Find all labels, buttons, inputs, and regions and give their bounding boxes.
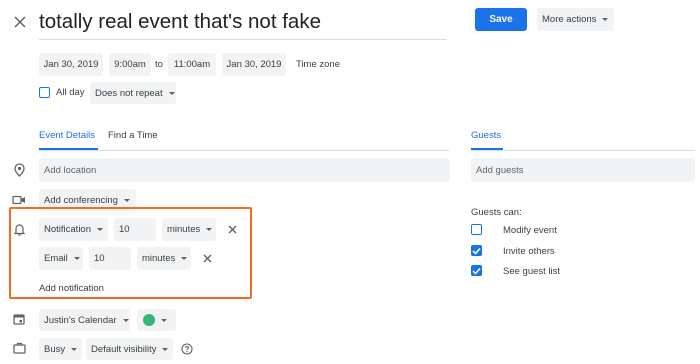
repeat-select[interactable]: Does not repeat — [90, 82, 176, 104]
tabs-divider — [39, 150, 449, 151]
event-color-select[interactable] — [137, 309, 176, 331]
visibility-select[interactable]: Default visibility — [86, 338, 173, 360]
event-color-dot — [143, 314, 155, 326]
add-notification-link[interactable]: Add notification — [39, 280, 104, 296]
tab-event-details[interactable]: Event Details — [39, 126, 95, 144]
all-day-checkbox[interactable] — [39, 87, 50, 98]
see-guest-list-checkbox[interactable] — [471, 265, 482, 276]
modify-event-checkbox[interactable] — [471, 224, 482, 235]
calendar-name: Justin's Calendar — [44, 314, 117, 326]
video-camera-icon — [11, 192, 27, 208]
event-title-text: totally real event that's not fake — [39, 10, 321, 33]
calendar-icon — [11, 311, 27, 327]
help-circle-icon[interactable] — [180, 342, 194, 356]
checkmark-icon — [472, 247, 481, 255]
calendar-select[interactable]: Justin's Calendar — [39, 309, 130, 331]
visibility-value: Default visibility — [91, 343, 157, 355]
save-button[interactable]: Save — [475, 8, 527, 31]
chevron-down-icon — [122, 318, 129, 322]
guests-can-label: Guests can: — [471, 206, 522, 218]
end-date-chip[interactable]: Jan 30, 2019 — [222, 53, 286, 76]
repeat-value: Does not repeat — [95, 87, 163, 99]
tab-guests[interactable]: Guests — [471, 126, 501, 144]
notification-unit-select[interactable]: minutes — [162, 218, 216, 241]
chevron-down-icon — [602, 18, 609, 21]
email-unit-select[interactable]: minutes — [137, 247, 191, 270]
invite-others-checkbox[interactable] — [471, 245, 482, 256]
chevron-down-icon — [168, 91, 175, 95]
briefcase-icon — [11, 340, 27, 356]
checkmark-icon — [472, 267, 481, 275]
email-type-select[interactable]: Email — [39, 247, 83, 270]
to-label: to — [155, 59, 163, 70]
add-guests-input[interactable]: Add guests — [471, 158, 695, 182]
guests-divider — [471, 150, 695, 151]
tab-find-a-time[interactable]: Find a Time — [108, 126, 158, 144]
busy-value: Busy — [44, 343, 66, 355]
invite-others-label: Invite others — [503, 245, 555, 257]
notification-type-select[interactable]: Notification — [39, 218, 108, 241]
start-date-chip[interactable]: Jan 30, 2019 — [39, 53, 103, 76]
all-day-label: All day — [56, 87, 85, 98]
more-actions-label: More actions — [542, 14, 597, 25]
chevron-down-icon — [123, 198, 130, 202]
modify-event-label: Modify event — [503, 224, 557, 236]
location-pin-icon — [11, 162, 27, 178]
chevron-down-icon — [206, 228, 213, 231]
end-time-chip[interactable]: 11:00am — [168, 53, 216, 76]
busy-select[interactable]: Busy — [39, 338, 82, 360]
remove-notification-icon[interactable] — [225, 222, 239, 236]
notification-amount-input[interactable]: 10 — [114, 218, 156, 241]
email-amount-input[interactable]: 10 — [89, 247, 131, 270]
chevron-down-icon — [73, 257, 80, 260]
close-icon[interactable] — [10, 12, 30, 32]
location-input[interactable]: Add location — [39, 158, 450, 182]
more-actions-button[interactable]: More actions — [537, 8, 614, 31]
chevron-down-icon — [162, 347, 169, 351]
remove-email-icon[interactable] — [200, 251, 214, 265]
add-conferencing-label: Add conferencing — [44, 194, 118, 206]
time-zone-link[interactable]: Time zone — [296, 53, 340, 76]
event-title-input[interactable]: totally real event that's not fake — [39, 4, 447, 40]
chevron-down-icon — [161, 318, 167, 322]
notification-unit-value: minutes — [167, 224, 201, 235]
chevron-down-icon — [71, 347, 78, 351]
notification-type-value: Notification — [44, 224, 91, 235]
start-time-chip[interactable]: 9:00am — [109, 53, 151, 76]
see-guest-list-label: See guest list — [503, 265, 561, 277]
email-unit-value: minutes — [142, 253, 176, 264]
chevron-down-icon — [181, 257, 188, 260]
bell-icon — [12, 221, 26, 237]
email-type-value: Email — [44, 253, 68, 264]
chevron-down-icon — [97, 228, 103, 231]
